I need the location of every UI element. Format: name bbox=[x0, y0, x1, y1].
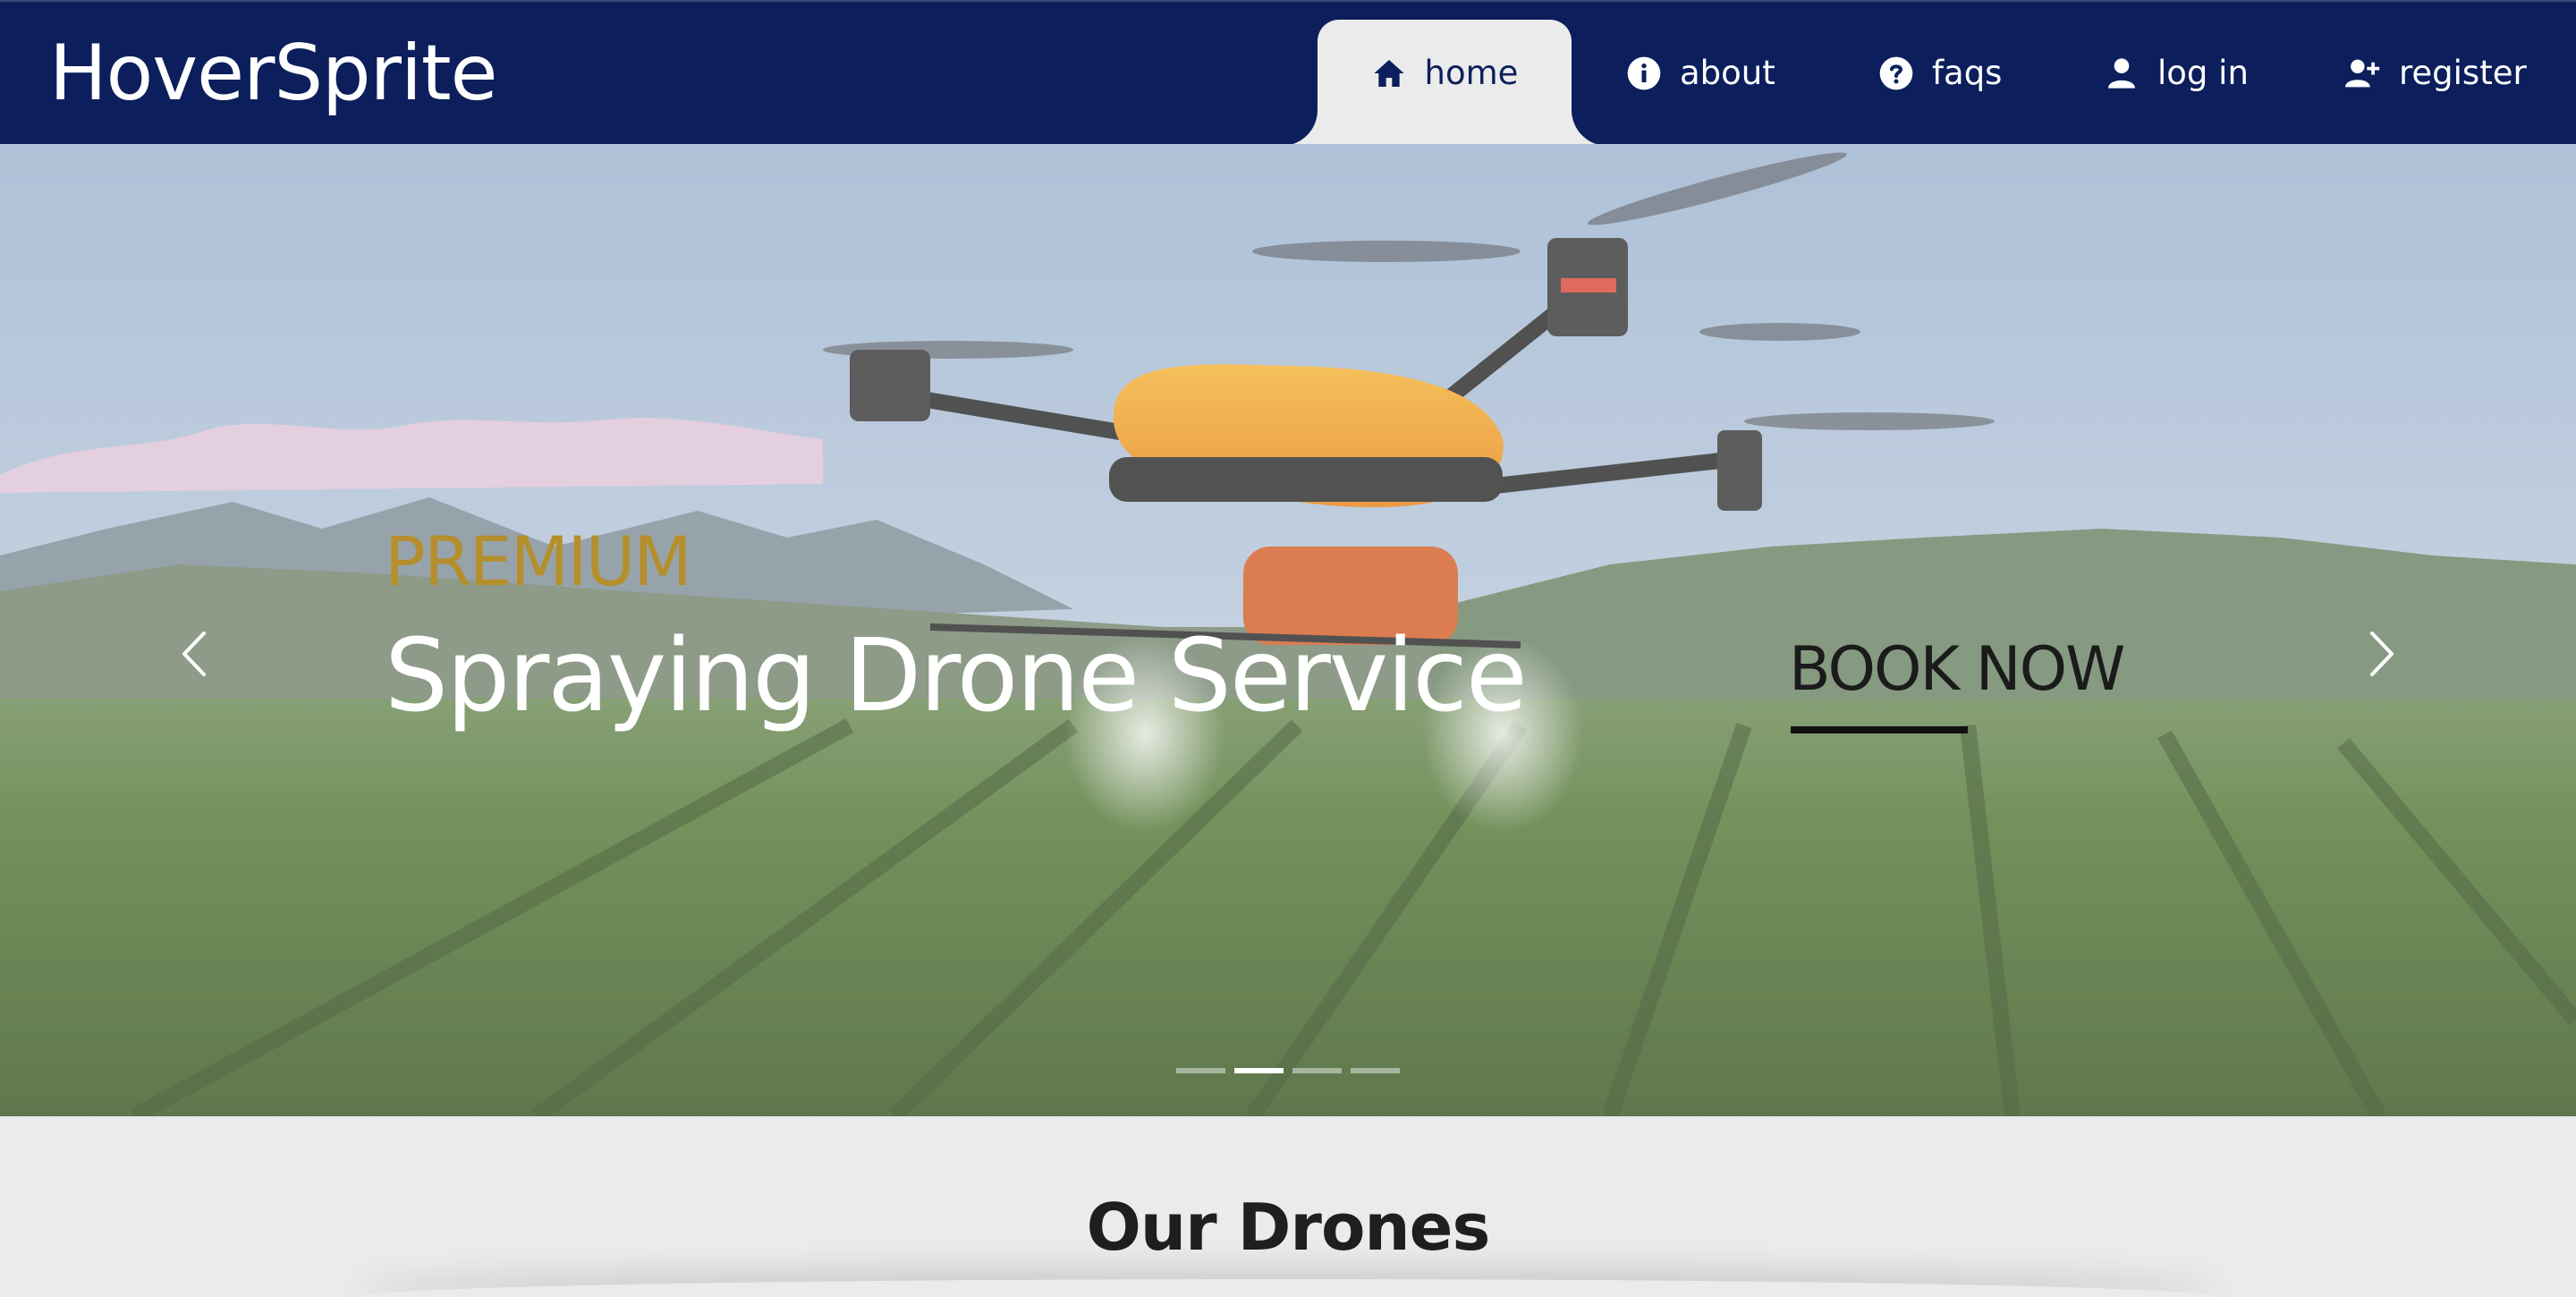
question-circle-icon bbox=[1879, 56, 1913, 89]
carousel-indicator-4[interactable] bbox=[1351, 1068, 1400, 1073]
nav-item-home[interactable]: home bbox=[1318, 20, 1572, 146]
nav-item-label: home bbox=[1424, 54, 1519, 92]
user-icon bbox=[2108, 57, 2135, 89]
carousel-indicators bbox=[1176, 1068, 1400, 1073]
home-icon bbox=[1373, 59, 1404, 87]
nav-item-faqs[interactable]: faqs bbox=[1878, 20, 2002, 146]
hero-headline: Spraying Drone Service bbox=[385, 618, 1528, 734]
nav-item-label: about bbox=[1680, 54, 1775, 92]
carousel-indicator-1[interactable] bbox=[1176, 1068, 1225, 1073]
user-plus-icon bbox=[2345, 59, 2380, 87]
carousel-next-icon[interactable] bbox=[2354, 614, 2408, 694]
hero-carousel: PREMIUM Spraying Drone Service BOOK NOW bbox=[0, 144, 2576, 1116]
hero-eyebrow: PREMIUM bbox=[385, 521, 692, 601]
carousel-indicator-3[interactable] bbox=[1292, 1068, 1342, 1073]
carousel-prev-icon[interactable] bbox=[168, 614, 222, 694]
nav-item-about[interactable]: about bbox=[1626, 20, 1775, 146]
nav-item-login[interactable]: log in bbox=[2104, 20, 2249, 146]
brand-logo[interactable]: HoverSprite bbox=[49, 29, 498, 118]
info-circle-icon bbox=[1627, 56, 1661, 89]
book-now-underline bbox=[1791, 726, 1968, 733]
carousel-indicator-2[interactable] bbox=[1234, 1068, 1284, 1073]
nav-item-label: log in bbox=[2157, 54, 2249, 92]
top-navbar: HoverSprite home about faqs log in regis… bbox=[0, 0, 2576, 146]
book-now-button[interactable]: BOOK NOW bbox=[1789, 634, 2125, 705]
drone-cards-shadow bbox=[358, 1279, 2218, 1297]
nav-item-register[interactable]: register bbox=[2345, 20, 2527, 146]
nav-item-label: faqs bbox=[1932, 54, 2003, 92]
section-title-our-drones: Our Drones bbox=[1086, 1190, 1491, 1265]
nav-item-label: register bbox=[2399, 54, 2527, 92]
